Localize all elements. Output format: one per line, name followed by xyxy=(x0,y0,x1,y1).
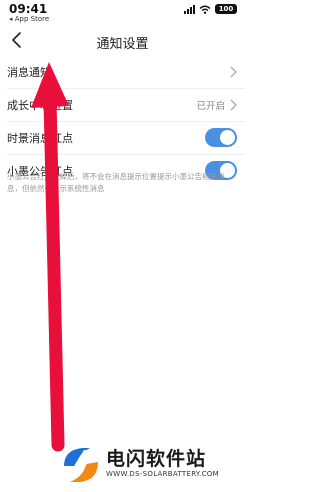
moment-message-dot-toggle[interactable] xyxy=(205,128,237,147)
announcement-note: 小墨公告红点关掉后，将不会在消息提示位置提示小墨公告相关消息，但依然会提示系统性… xyxy=(7,172,225,193)
row-value: 已开启 xyxy=(196,101,225,112)
back-to-app-store-link[interactable]: ◂ App Store xyxy=(9,15,49,23)
status-icons: 100 xyxy=(184,4,237,14)
wifi-icon xyxy=(199,5,211,14)
chevron-right-icon xyxy=(230,66,237,78)
row-moment-message-dot: 时景消息红点 xyxy=(0,122,245,154)
row-label: 消息通知 xyxy=(7,66,51,79)
battery-icon: 100 xyxy=(215,4,237,14)
row-message-notification[interactable]: 消息通知 xyxy=(0,56,245,88)
lightning-logo-icon xyxy=(64,448,98,482)
watermark-title: 电闪软件站 xyxy=(106,448,207,470)
chevron-right-icon xyxy=(230,99,237,111)
status-time: 09:41 xyxy=(9,2,48,16)
toggle-knob xyxy=(220,130,235,145)
watermark: 电闪软件站 WWW.DS-SOLARBATTERY.COM xyxy=(60,438,240,488)
status-bar: 09:41 ◂ App Store 100 xyxy=(0,0,245,26)
page-title: 通知设置 xyxy=(96,37,149,52)
row-label: 时景消息红点 xyxy=(7,132,73,145)
nav-bar: 通知设置 xyxy=(0,26,245,56)
row-growth-center-position[interactable]: 成长中心位置 已开启 xyxy=(0,89,245,121)
row-label: 成长中心位置 xyxy=(7,99,73,112)
watermark-url: WWW.DS-SOLARBATTERY.COM xyxy=(106,470,219,478)
cellular-signal-icon xyxy=(184,4,195,14)
